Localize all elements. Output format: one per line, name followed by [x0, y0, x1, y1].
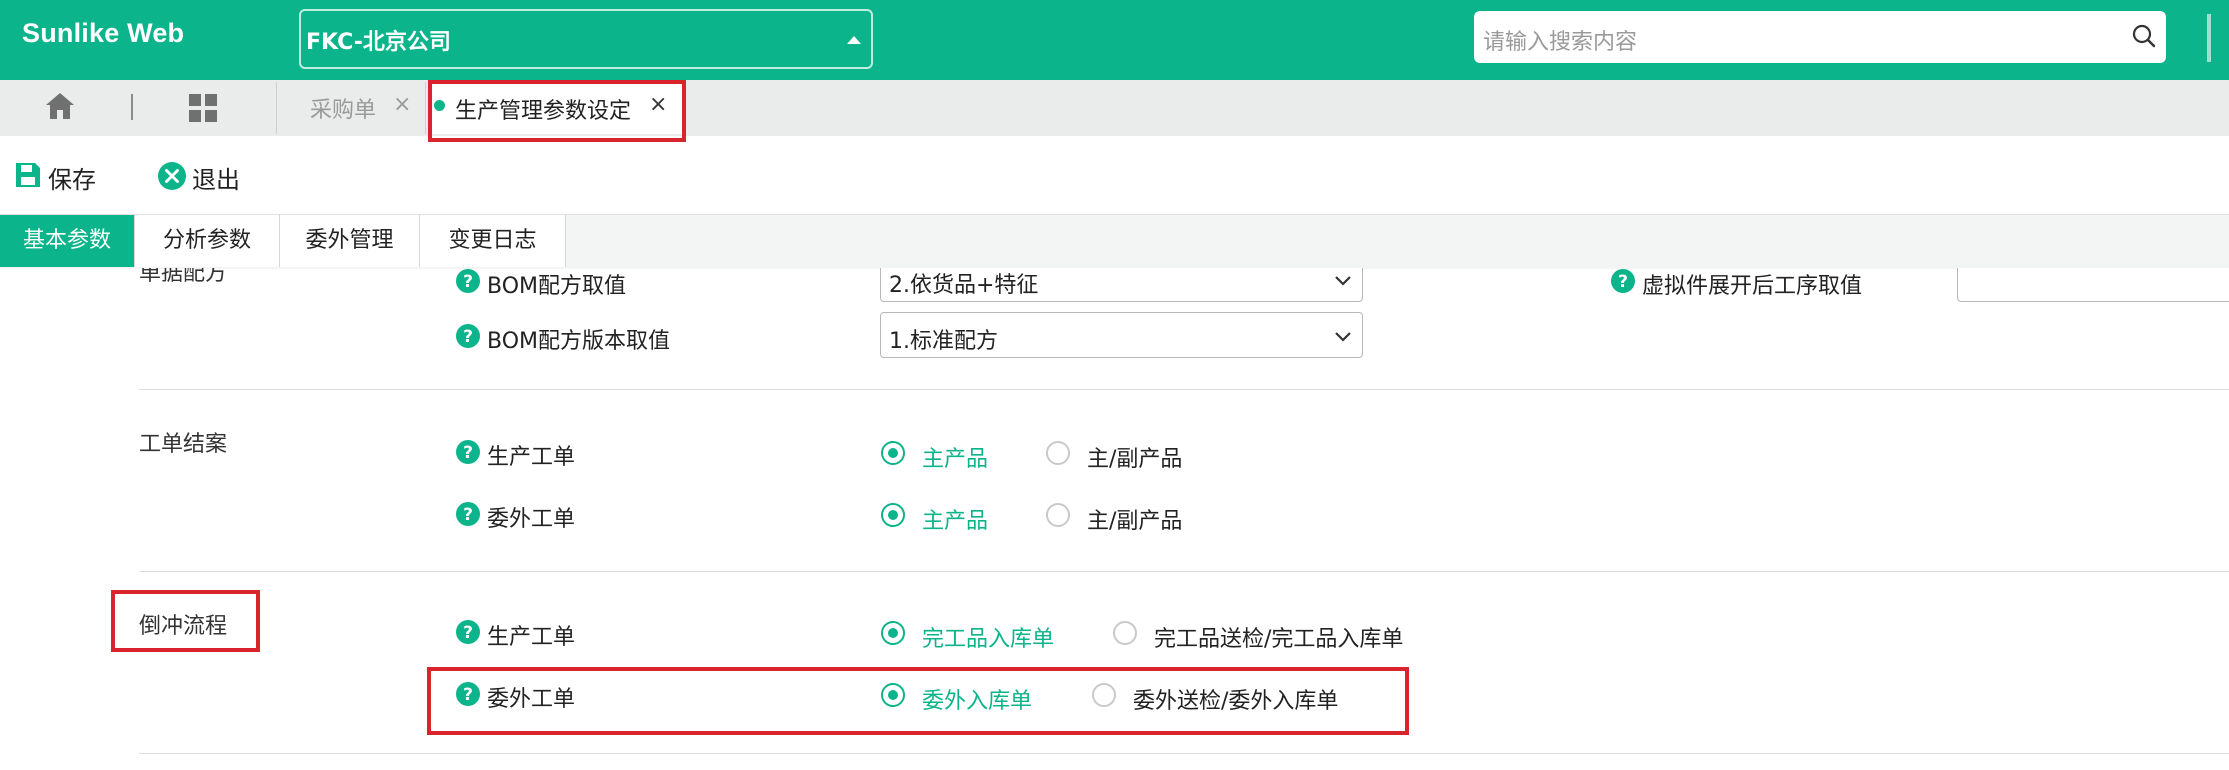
search-placeholder: 请输入搜索内容 — [1483, 30, 1638, 55]
bom-formula-label: BOM配方取值 — [487, 274, 627, 299]
close-circle-icon[interactable] — [157, 161, 187, 191]
svg-text:?: ? — [463, 623, 473, 643]
bom-version-label: BOM配方版本取值 — [487, 329, 671, 354]
settings-content: 单据配方 ? BOM配方取值 2.依货品+特征 ? 虚拟件展开后工序取值 ? B… — [0, 268, 2229, 770]
svg-text:?: ? — [463, 443, 473, 463]
help-icon[interactable]: ? — [1610, 268, 1636, 294]
save-icon[interactable] — [14, 161, 42, 189]
virtual-part-process-select[interactable] — [1957, 268, 2229, 302]
caret-up-icon[interactable] — [847, 36, 861, 44]
section-title-close: 工单结案 — [139, 432, 228, 457]
svg-text:?: ? — [463, 327, 473, 347]
help-icon[interactable]: ? — [455, 268, 481, 294]
highlight-box — [427, 667, 1409, 735]
tab-separator — [425, 82, 426, 134]
bom-version-value: 1.标准配方 — [889, 329, 998, 354]
close-icon[interactable]: × — [393, 92, 411, 117]
chevron-down-icon[interactable] — [1334, 275, 1352, 287]
section-divider — [139, 389, 2229, 390]
help-icon[interactable]: ? — [455, 501, 481, 527]
option-main-product[interactable]: 主产品 — [922, 503, 988, 535]
virtual-part-process-label: 虚拟件展开后工序取值 — [1642, 274, 1863, 299]
radio-finished-goods-receipt[interactable] — [881, 621, 905, 645]
tab-analysis-params[interactable]: 分析参数 — [135, 215, 280, 267]
tab-basic-params[interactable]: 基本参数 — [0, 215, 135, 267]
svg-text:?: ? — [463, 272, 473, 292]
section-divider — [139, 753, 2229, 754]
svg-text:?: ? — [1618, 272, 1628, 292]
svg-text:?: ? — [463, 505, 473, 525]
option-finished-goods-receipt[interactable]: 完工品入库单 — [922, 621, 1054, 653]
option-main-by-product[interactable]: 主/副产品 — [1087, 441, 1182, 473]
section-title-bom: 单据配方 — [139, 268, 228, 286]
exit-button[interactable]: 退出 — [192, 160, 240, 195]
radio-main-product[interactable] — [881, 503, 905, 527]
brand-logo: Sunlike Web — [22, 18, 185, 48]
backflush-production-order-label: 生产工单 — [487, 625, 576, 650]
search-icon[interactable] — [2130, 22, 2158, 50]
save-button[interactable]: 保存 — [48, 160, 96, 195]
option-inspection-receipt[interactable]: 完工品送检/完工品入库单 — [1154, 621, 1403, 653]
tab-purchase-order[interactable]: 采购单 — [310, 92, 376, 124]
tab-separator — [276, 82, 277, 134]
bom-formula-value: 2.依货品+特征 — [889, 273, 1039, 298]
help-icon[interactable]: ? — [455, 439, 481, 465]
close-outsource-order-label: 委外工单 — [487, 507, 576, 532]
tab-outsource-management[interactable]: 委外管理 — [280, 215, 420, 267]
company-select-value: FKC-北京公司 — [306, 30, 451, 55]
apps-grid-icon[interactable] — [188, 93, 218, 123]
help-icon[interactable]: ? — [455, 619, 481, 645]
radio-inspection-receipt[interactable] — [1113, 621, 1137, 645]
close-production-order-label: 生产工单 — [487, 445, 576, 470]
option-main-product[interactable]: 主产品 — [922, 441, 988, 473]
highlight-box — [428, 80, 686, 142]
highlight-box — [111, 590, 260, 652]
chevron-down-icon[interactable] — [1334, 331, 1352, 343]
header-divider — [2207, 14, 2211, 62]
help-icon[interactable]: ? — [455, 323, 481, 349]
section-divider — [139, 571, 2229, 572]
option-main-by-product[interactable]: 主/副产品 — [1087, 503, 1182, 535]
home-icon[interactable] — [43, 90, 77, 122]
radio-main-by-product[interactable] — [1046, 441, 1070, 465]
tab-separator — [131, 94, 133, 120]
radio-main-product[interactable] — [881, 441, 905, 465]
tab-change-log[interactable]: 变更日志 — [420, 215, 566, 267]
radio-main-by-product[interactable] — [1046, 503, 1070, 527]
